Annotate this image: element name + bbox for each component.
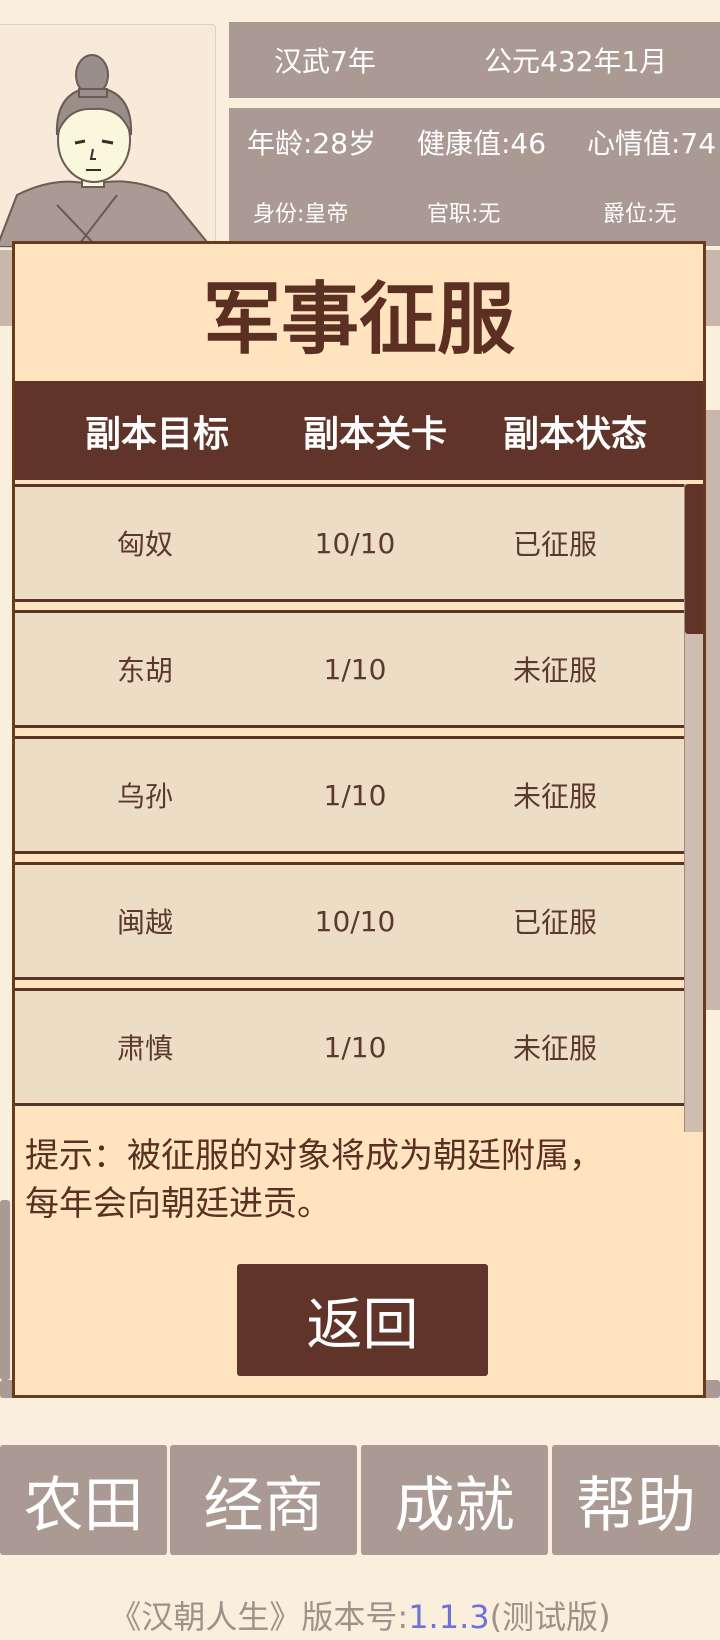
tip-line-1: 提示：被征服的对象将成为朝廷附属， <box>25 1136 603 1176</box>
table-header: 副本目标 副本关卡 副本状态 <box>15 381 703 480</box>
military-conquest-dialog: 军事征服 副本目标 副本关卡 副本状态 匈奴 10/10 已征服 东胡 1/10… <box>12 241 706 1398</box>
farm-button[interactable]: 农田 <box>0 1445 167 1555</box>
row-target: 匈奴 <box>116 528 173 561</box>
version-footer: 《汉朝人生》版本号:1.1.3(测试版) <box>0 1592 720 1638</box>
help-button[interactable]: 帮助 <box>552 1445 720 1555</box>
title-stat: 爵位:无 <box>603 202 677 227</box>
header-state: 副本状态 <box>502 413 647 455</box>
age-stat: 年龄:28岁 <box>247 127 377 160</box>
row-level: 1/10 <box>323 778 387 812</box>
row-level: 10/10 <box>314 526 396 560</box>
identity-stat: 身份:皇帝 <box>253 202 349 227</box>
conquest-row[interactable]: 闽越 10/10 已征服 <box>15 862 684 980</box>
office-stat: 官职:无 <box>427 202 501 227</box>
reign-year: 汉武7年 <box>274 45 376 78</box>
row-target: 闽越 <box>116 906 173 939</box>
row-state: 已征服 <box>512 906 597 939</box>
player-stats-bar: 年龄:28岁 健康值:46 心情值:74 身份:皇帝 官职:无 爵位:无 <box>229 108 720 246</box>
footer-suffix: (测试版) <box>489 1598 611 1636</box>
conquest-list[interactable]: 匈奴 10/10 已征服 东胡 1/10 未征服 乌孙 1/10 未征服 闽越 … <box>15 484 703 1129</box>
mood-stat: 心情值:74 <box>587 127 717 160</box>
player-avatar[interactable] <box>0 24 216 248</box>
conquest-row[interactable]: 匈奴 10/10 已征服 <box>15 484 684 602</box>
conquest-row[interactable]: 东胡 1/10 未征服 <box>15 610 684 728</box>
health-stat: 健康值:46 <box>417 127 547 160</box>
date-bar: 汉武7年 公元432年1月 <box>229 22 720 98</box>
conquest-row[interactable]: 肃慎 1/10 未征服 <box>15 988 684 1106</box>
back-button[interactable]: 返回 <box>237 1264 488 1376</box>
row-level: 10/10 <box>314 904 396 938</box>
conquest-tip: 提示：被征服的对象将成为朝廷附属， 每年会向朝廷进贡。 <box>25 1132 695 1228</box>
row-state: 未征服 <box>512 1032 597 1065</box>
trade-button[interactable]: 经商 <box>170 1445 357 1555</box>
footer-prefix: 《汉朝人生》版本号: <box>109 1598 409 1636</box>
tip-line-2: 每年会向朝廷进贡。 <box>25 1184 331 1224</box>
version-number: 1.1.3 <box>408 1598 490 1636</box>
list-scrollbar[interactable] <box>684 484 703 1132</box>
scrollbar-thumb[interactable] <box>685 484 703 634</box>
row-state: 未征服 <box>512 780 597 813</box>
row-level: 1/10 <box>323 1030 387 1064</box>
conquest-row[interactable]: 乌孙 1/10 未征服 <box>15 736 684 854</box>
calendar-date: 公元432年1月 <box>484 45 668 78</box>
row-target: 东胡 <box>116 654 173 687</box>
emperor-portrait-icon <box>0 54 213 247</box>
dialog-title: 军事征服 <box>202 274 515 365</box>
row-target: 肃慎 <box>116 1032 173 1065</box>
achievement-button[interactable]: 成就 <box>361 1445 548 1555</box>
row-level: 1/10 <box>323 652 387 686</box>
row-state: 已征服 <box>512 528 597 561</box>
row-state: 未征服 <box>512 654 597 687</box>
row-target: 乌孙 <box>116 780 173 813</box>
bg-tile-left <box>0 1200 10 1380</box>
bg-panel-edge <box>706 410 720 1010</box>
